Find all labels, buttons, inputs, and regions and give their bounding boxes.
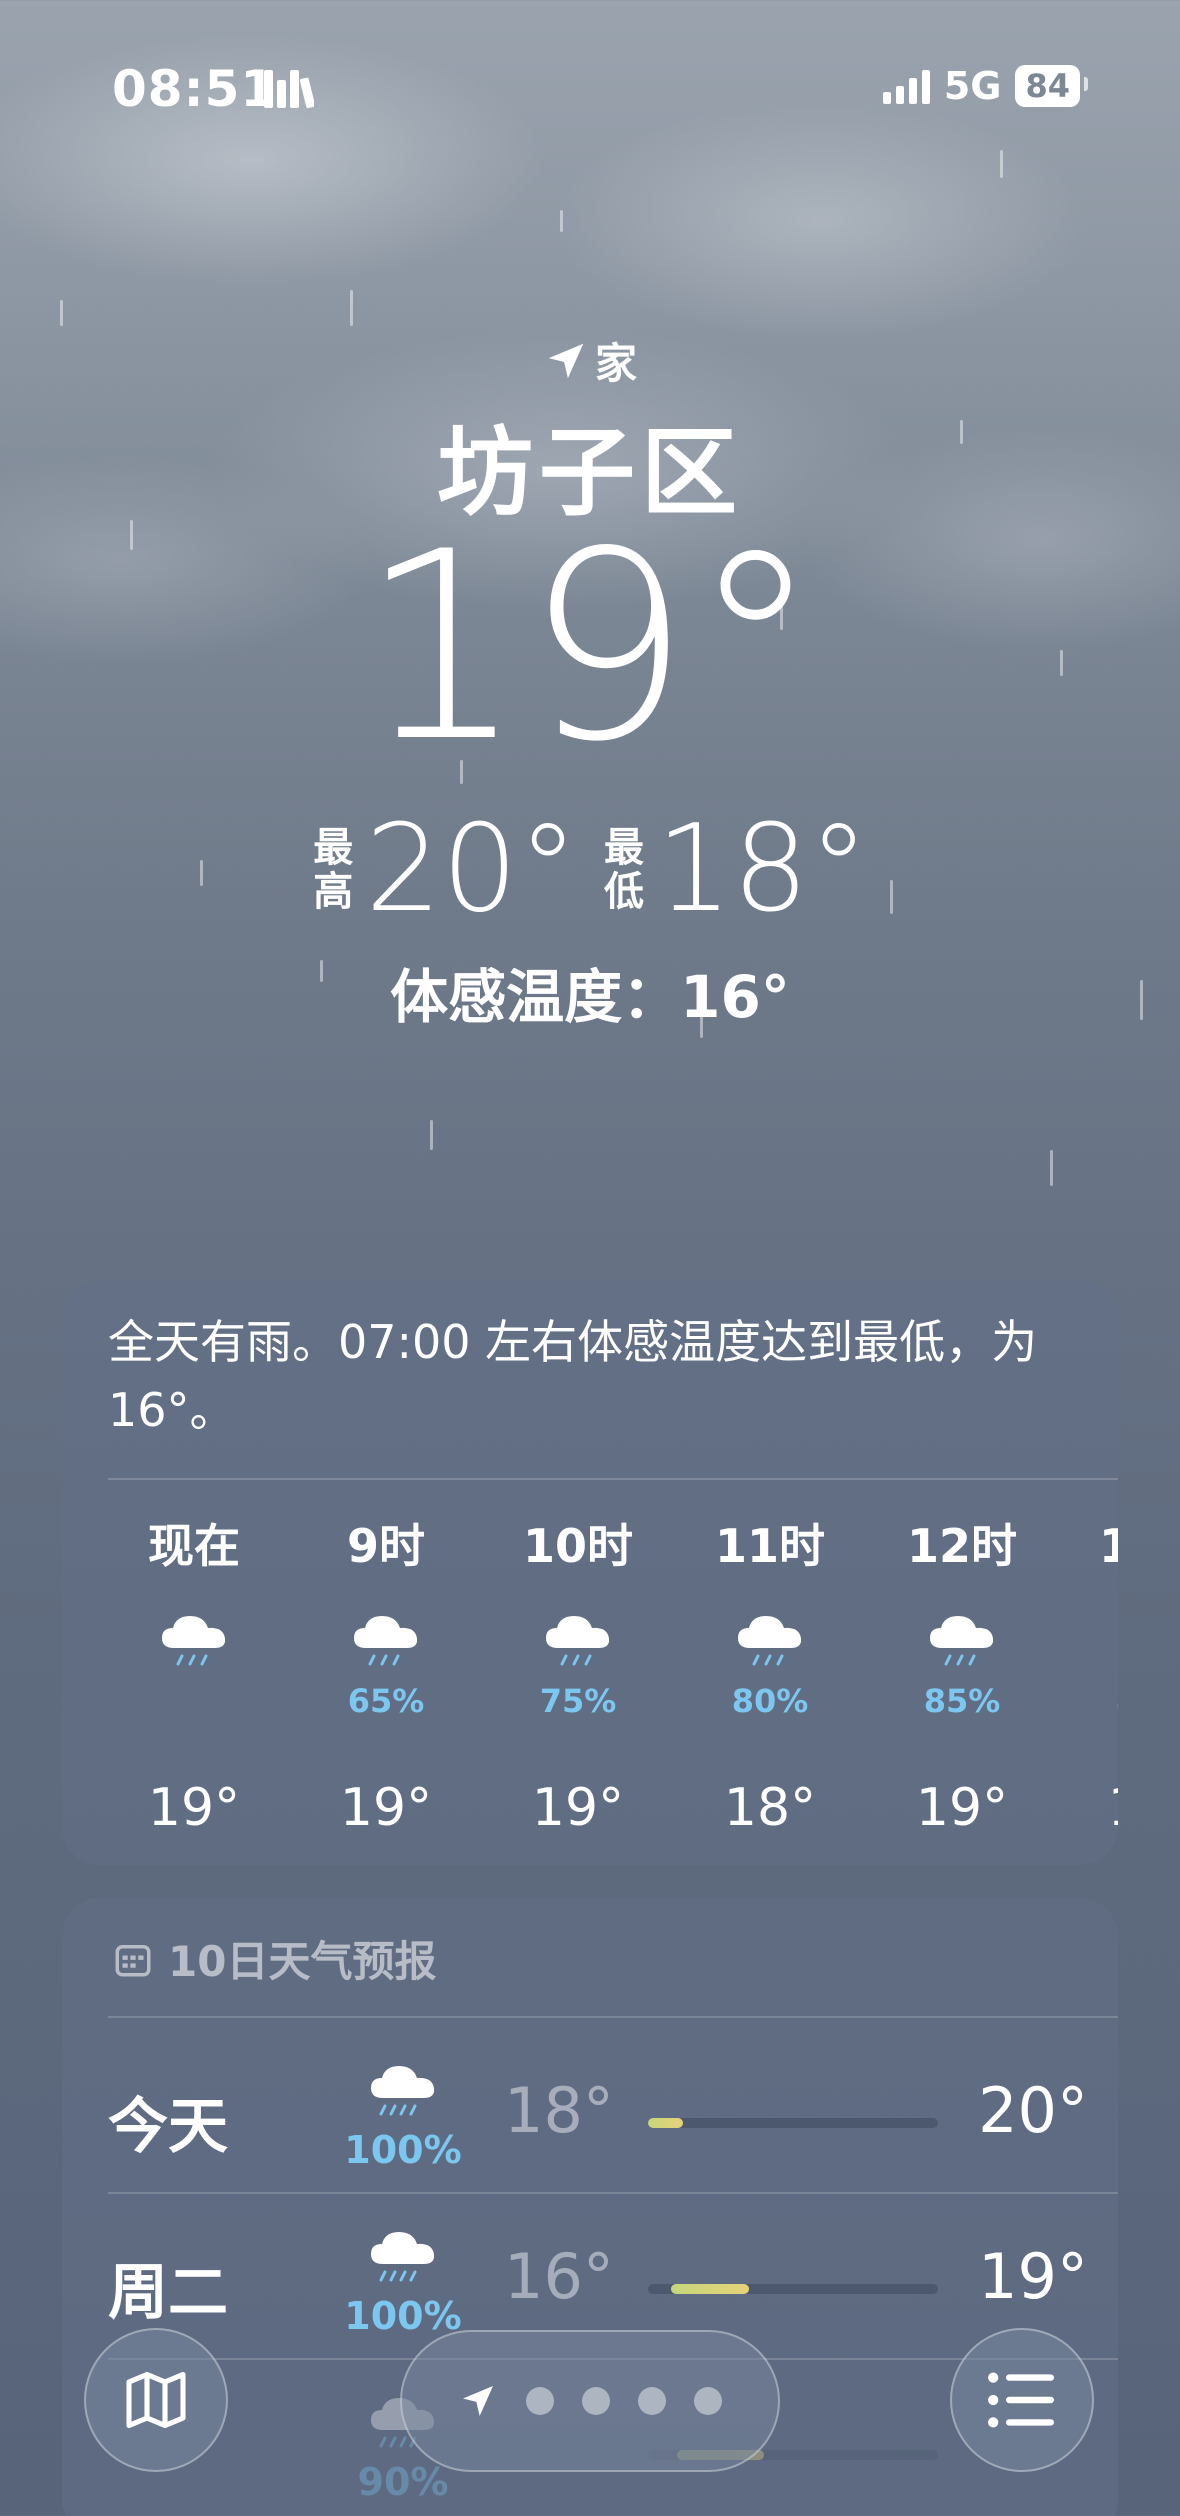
hour-label: 11时	[714, 1519, 825, 1573]
day-name: 周二	[108, 2258, 228, 2328]
battery-icon: 84	[1015, 65, 1088, 107]
hour-item: 9时 65% 19°	[290, 1510, 482, 1850]
temperature-range-bar	[648, 2284, 938, 2294]
day-low: 18°	[504, 2074, 614, 2147]
high-temperature: 最高 20°	[311, 805, 578, 935]
page-indicator[interactable]	[400, 2330, 780, 2472]
page-dot[interactable]	[526, 2387, 554, 2415]
precip-chance: 65%	[347, 1682, 425, 1720]
map-icon	[126, 2371, 186, 2429]
hour-temperature: 18°	[723, 1778, 817, 1838]
high-low: 最高 20° 最低 18°	[0, 805, 1180, 935]
precip-chance: 80%	[731, 1682, 809, 1720]
hour-temperature: 19°	[915, 1778, 1009, 1838]
map-button[interactable]	[84, 2328, 228, 2472]
temperature-range-bar	[648, 2118, 938, 2128]
hour-label: 12时	[906, 1519, 1017, 1573]
location-arrow-icon	[463, 2386, 493, 2416]
network-type: 5G	[943, 64, 1002, 108]
day-row[interactable]: 今天 100% 18° 20°	[108, 2030, 1088, 2190]
day-name: 今天	[108, 2092, 228, 2162]
precip-chance: 85%	[1058, 1682, 1118, 1720]
calendar-icon	[115, 1944, 151, 1976]
hour-temperature: 19°	[339, 1778, 433, 1838]
status-indicators: 5G 84	[882, 64, 1088, 108]
list-icon	[988, 2372, 1054, 2428]
hour-temperature: 19°	[147, 1778, 241, 1838]
ten-day-header: 10日天气预报	[112, 1928, 436, 1989]
rain-cloud-icon	[162, 1616, 226, 1666]
cellular-signal-icon	[882, 68, 930, 104]
low-temperature: 最低 18°	[602, 805, 869, 935]
temperature-range-fill	[648, 2118, 683, 2128]
low-label: 最低	[604, 825, 644, 915]
card-divider	[108, 2016, 1118, 2018]
feels-like: 体感温度：16°	[390, 963, 790, 1031]
high-value: 20°	[365, 800, 578, 939]
hourly-forecast-card[interactable]: 全天有雨。07:00 左右体感温度达到最低，为 16°。 现在 19° 9时 65% 1…	[62, 1280, 1118, 1865]
rain-cloud-icon	[738, 1616, 802, 1666]
hour-label: 13时	[1098, 1519, 1118, 1573]
card-divider	[108, 1478, 1118, 1480]
activity-icon	[264, 70, 314, 109]
hourly-list[interactable]: 现在 19° 9时 65% 19° 10时 75% 19° 11时 80% 18° 12时 85% 19°…	[98, 1510, 1118, 1850]
page-dot[interactable]	[582, 2387, 610, 2415]
city-list-button[interactable]	[950, 2328, 1094, 2472]
location-name: 家	[594, 339, 637, 388]
hour-item: 11时 80% 18°	[674, 1510, 866, 1850]
card-divider	[108, 2192, 1118, 2194]
hour-temperature: 19°	[1058, 1778, 1118, 1838]
day-low: 16°	[504, 2240, 614, 2313]
heavy-rain-cloud-icon	[371, 2232, 435, 2282]
hour-item: 13时 85% 19°	[1058, 1510, 1118, 1850]
current-temperature: 19°	[359, 497, 821, 799]
hour-label: 9时	[346, 1519, 425, 1573]
hour-item: 10时 75% 19°	[482, 1510, 674, 1850]
precip-chance: 100%	[344, 2294, 462, 2338]
forecast-summary: 全天有雨。07:00 左右体感温度达到最低，为 16°。	[108, 1315, 1038, 1437]
precip-chance: 100%	[344, 2128, 462, 2172]
rain-cloud-icon	[546, 1616, 610, 1666]
rain-cloud-icon	[930, 1616, 994, 1666]
temperature-range-fill	[671, 2284, 750, 2294]
ten-day-title: 10日天气预报	[168, 1937, 437, 1986]
hour-temperature: 19°	[531, 1778, 625, 1838]
location-arrow-icon	[548, 343, 584, 378]
low-value: 18°	[656, 800, 869, 939]
status-time: 08:51	[112, 60, 277, 118]
location-label: 家	[0, 330, 1180, 391]
precip-chance: 85%	[923, 1682, 1001, 1720]
day-high: 20°	[978, 2074, 1088, 2147]
day-high: 19°	[978, 2240, 1088, 2313]
hour-label: 10时	[522, 1519, 633, 1573]
rain-cloud-icon	[354, 1616, 418, 1666]
precip-chance: 75%	[539, 1682, 617, 1720]
page-dot[interactable]	[638, 2387, 666, 2415]
high-label: 最高	[313, 825, 354, 915]
hour-item: 现在 19°	[98, 1510, 290, 1850]
heavy-rain-cloud-icon	[371, 2066, 435, 2116]
hour-label: 现在	[148, 1519, 240, 1573]
page-dot[interactable]	[694, 2387, 722, 2415]
rain-cloud-icon	[1114, 1602, 1118, 1682]
hour-item: 12时 85% 19°	[866, 1510, 1058, 1850]
